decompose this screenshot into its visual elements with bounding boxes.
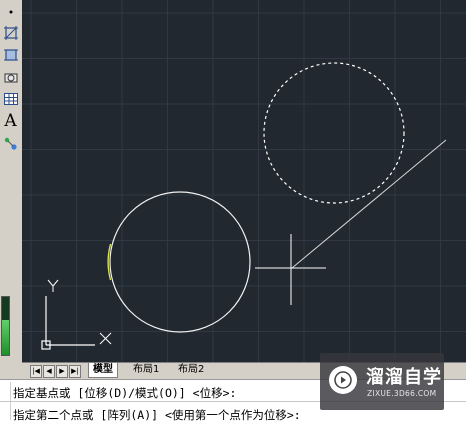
block-icon[interactable] — [2, 68, 19, 85]
multiline-text-icon[interactable] — [2, 134, 19, 151]
command-history-line: 指定基点或 [位移(D)/模式(O)] <位移>: — [13, 386, 237, 400]
region-icon[interactable] — [2, 46, 19, 63]
tab-layout2[interactable]: 布局2 — [174, 363, 208, 377]
play-logo-icon — [329, 366, 357, 394]
crosshair-cursor — [255, 234, 326, 305]
tab-model[interactable]: 模型 — [88, 363, 118, 378]
command-prompt-line[interactable]: 指定第二个点或 [阵列(A)] <使用第一个点作为位移>: — [13, 407, 301, 423]
last-tab-button[interactable]: ▶| — [69, 365, 81, 378]
tab-layout1[interactable]: 布局1 — [129, 363, 163, 377]
next-tab-button[interactable]: ▶ — [56, 365, 68, 378]
watermark-title: 溜溜自学 — [366, 367, 442, 388]
hatch-icon[interactable] — [2, 24, 19, 41]
grid — [22, 0, 466, 362]
drawing-canvas[interactable] — [22, 0, 466, 362]
level-meter — [1, 296, 10, 356]
point-icon[interactable] — [2, 2, 19, 19]
circle[interactable] — [109, 191, 251, 333]
previous-tab-button[interactable]: ◀ — [43, 365, 55, 378]
rubber-band-line — [291, 139, 447, 269]
level-meter-fill — [2, 320, 9, 355]
first-tab-button[interactable]: |◀ — [30, 365, 42, 378]
watermark: 溜溜自学 ZIXUE.3D66.COM — [320, 353, 444, 410]
watermark-subtitle: ZIXUE.3D66.COM — [367, 389, 437, 398]
canvas-svg[interactable] — [22, 0, 466, 362]
text-icon[interactable]: A — [2, 111, 19, 131]
draw-toolbar: A — [0, 0, 23, 160]
table-icon[interactable] — [2, 90, 19, 107]
moved-circle-preview[interactable] — [263, 62, 405, 204]
